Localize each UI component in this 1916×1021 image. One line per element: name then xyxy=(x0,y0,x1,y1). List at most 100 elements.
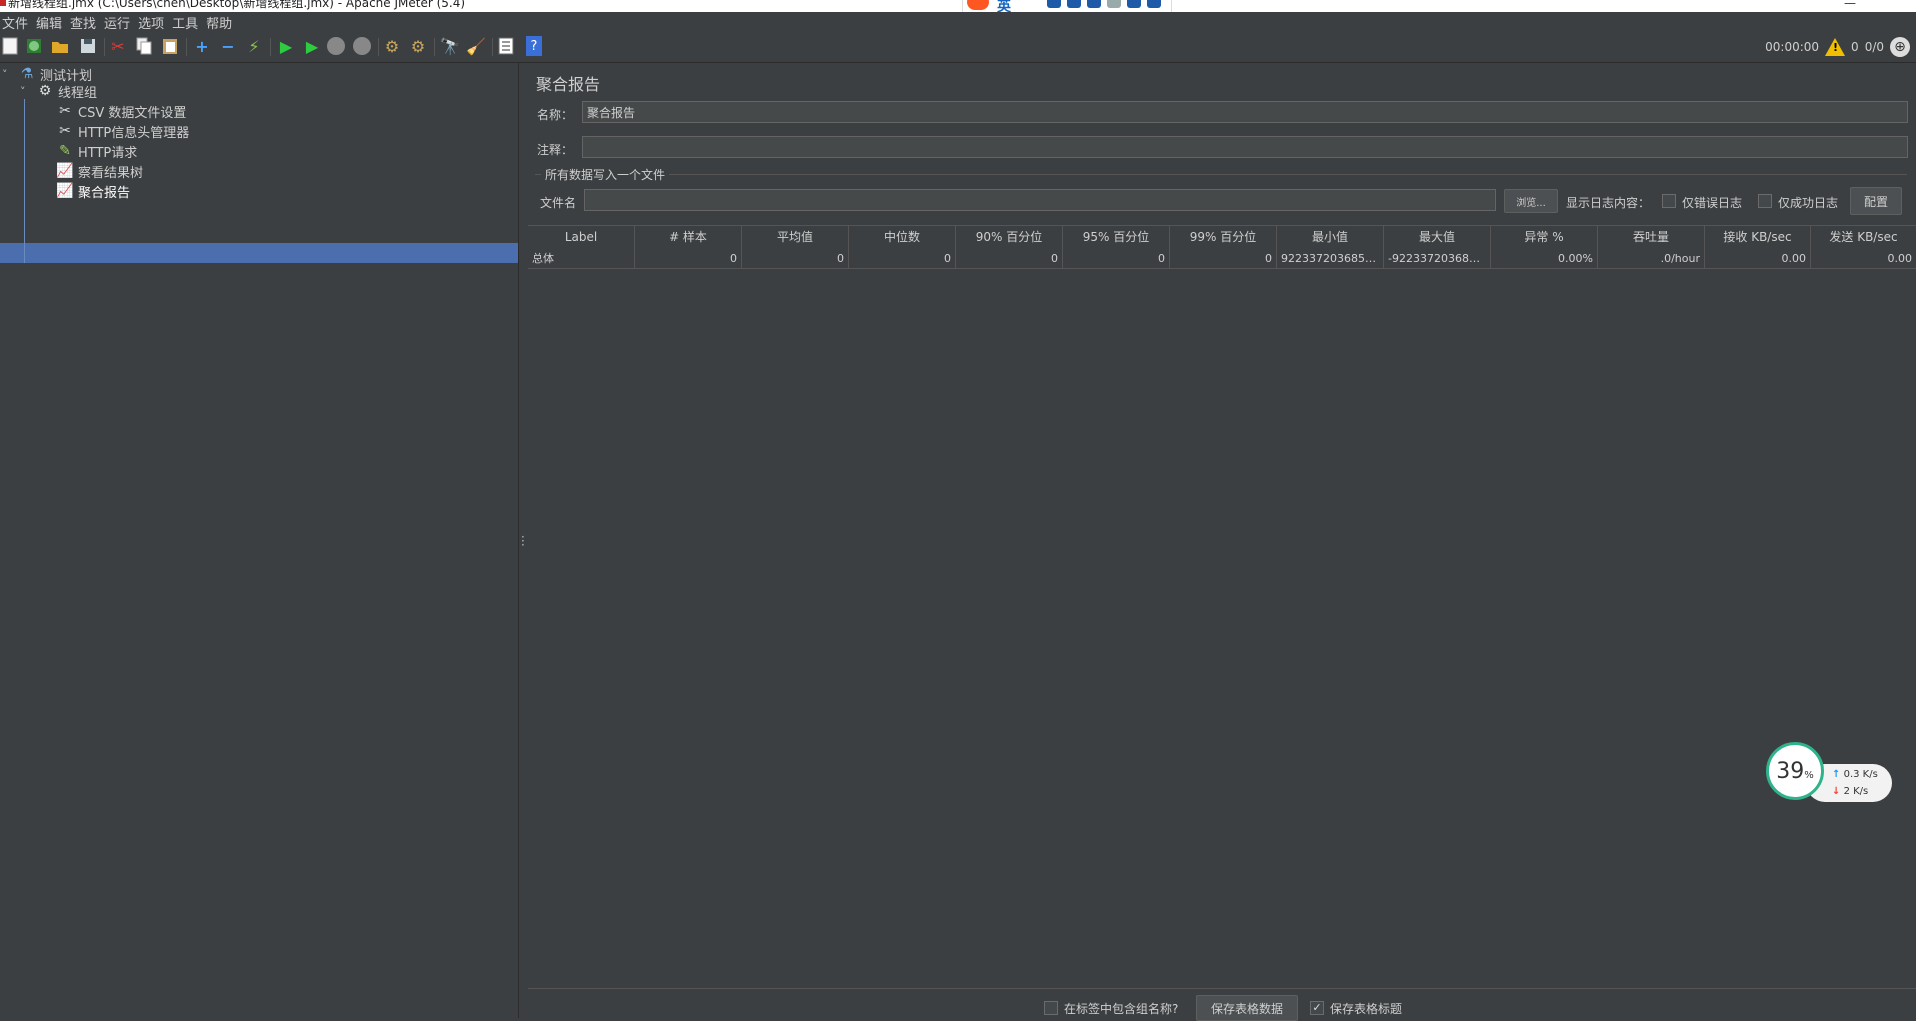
upload-speed: ↑ 0.3 K/s xyxy=(1832,769,1878,780)
gear-icon: ⚙ xyxy=(38,83,52,99)
sampler-pen-icon: ✎ xyxy=(59,143,71,159)
comment-field[interactable] xyxy=(582,136,1908,158)
errors-only-label: 仅错误日志 xyxy=(1682,196,1743,210)
tree-item-header-manager[interactable]: ✂ HTTP信息头管理器 xyxy=(56,121,189,141)
save-icon[interactable] xyxy=(78,36,98,56)
download-speed: ↓ 2 K/s xyxy=(1832,786,1868,797)
network-speed-widget[interactable]: 39% ↑ 0.3 K/s ↓ 2 K/s xyxy=(1766,742,1892,802)
column-header[interactable]: 最大值 xyxy=(1384,226,1491,249)
test-plan-tree: ˅ ⚗ 测试计划 ˅ ⚙ 线程组 ✂ CSV 数据文件设置 ✂ HTTP信息头管… xyxy=(0,63,518,1018)
ime-mode-label[interactable]: 英 xyxy=(997,0,1011,12)
table-cell: -9223372036854... xyxy=(1384,249,1491,269)
menu-help[interactable]: 帮助 xyxy=(204,13,236,32)
emoji-icon[interactable] xyxy=(1047,0,1061,8)
usage-percent: 39 xyxy=(1776,758,1805,784)
menu-tools[interactable]: 工具 xyxy=(170,13,202,32)
errors-only-checkbox[interactable] xyxy=(1662,194,1676,208)
templates-icon[interactable] xyxy=(24,36,44,56)
window-title-bar: 新增线程组.jmx (C:\Users\chen\Desktop\新增线程组.j… xyxy=(0,0,1916,12)
remote-start-icon[interactable]: ⚙ xyxy=(382,36,402,56)
tree-item-label: CSV 数据文件设置 xyxy=(78,105,187,121)
table-cell: 总体 xyxy=(528,249,635,269)
remote-stop-icon[interactable]: ⚙ xyxy=(408,36,428,56)
column-header[interactable]: 90% 百分位 xyxy=(956,226,1063,249)
jmeter-app-icon xyxy=(0,0,6,6)
table-header: Label # 样本 平均值 中位数 90% 百分位 95% 百分位 99% 百… xyxy=(528,225,1916,250)
paste-icon[interactable] xyxy=(160,36,180,56)
microphone-icon[interactable] xyxy=(1067,0,1081,8)
column-header[interactable]: 发送 KB/sec xyxy=(1811,226,1916,249)
cut-icon[interactable]: ✂ xyxy=(108,36,128,56)
keyboard-icon[interactable] xyxy=(1087,0,1101,8)
column-header[interactable]: # 样本 xyxy=(635,226,742,249)
name-field[interactable] xyxy=(582,101,1908,123)
configure-button[interactable]: 配置 xyxy=(1850,187,1902,215)
minimize-button[interactable]: — xyxy=(1844,0,1856,10)
splitter-grip-icon[interactable]: · · · xyxy=(521,531,525,551)
up-arrow-icon: ↑ xyxy=(1832,769,1841,780)
collapse-chevron-icon[interactable]: ˅ xyxy=(2,68,14,81)
toggle-icon[interactable]: ⚡ xyxy=(244,36,264,56)
column-header[interactable]: 中位数 xyxy=(849,226,956,249)
column-header[interactable]: 95% 百分位 xyxy=(1063,226,1170,249)
column-header[interactable]: 平均值 xyxy=(742,226,849,249)
menu-options[interactable]: 选项 xyxy=(136,13,168,32)
table-row[interactable]: 总体 0 0 0 0 0 0 92233720368547... -922337… xyxy=(528,249,1916,269)
grid-menu-icon[interactable] xyxy=(1147,0,1161,8)
tree-item-thread-group[interactable]: ˅ ⚙ 线程组 xyxy=(20,81,97,101)
open-icon[interactable] xyxy=(50,36,70,56)
function-helper-icon[interactable] xyxy=(496,36,516,56)
start-no-pause-icon[interactable]: ▶ xyxy=(302,36,322,56)
save-header-checkbox[interactable]: ✓ xyxy=(1310,1001,1324,1015)
column-header[interactable]: 异常 % xyxy=(1491,226,1598,249)
search-icon[interactable]: 🔭 xyxy=(440,36,460,56)
success-only-checkbox[interactable] xyxy=(1758,194,1772,208)
table-cell: 0 xyxy=(1063,249,1170,269)
filename-field[interactable] xyxy=(584,189,1496,211)
upload-speed-value: 0.3 K/s xyxy=(1843,769,1878,780)
table-cell: 0.00 xyxy=(1705,249,1811,269)
column-header[interactable]: Label xyxy=(528,226,635,249)
collapse-chevron-icon[interactable]: ˅ xyxy=(20,85,32,98)
comment-label: 注释： xyxy=(537,143,574,157)
menu-run[interactable]: 运行 xyxy=(102,13,134,32)
listener-chart-icon: 📈 xyxy=(56,183,74,199)
table-cell: 0 xyxy=(742,249,849,269)
remote-globe-icon[interactable]: ⊕ xyxy=(1890,37,1910,57)
tree-item-http-request[interactable]: ✎ HTTP请求 xyxy=(56,141,137,161)
browse-button[interactable]: 浏览... xyxy=(1504,189,1558,213)
ime-toolbar[interactable]: 英 xyxy=(962,0,1172,12)
tree-selection-highlight xyxy=(0,243,518,263)
column-header[interactable]: 99% 百分位 xyxy=(1170,226,1277,249)
stop-icon[interactable] xyxy=(326,36,346,56)
menu-file[interactable]: 文件 xyxy=(0,13,32,32)
toolbar-separator xyxy=(378,38,379,56)
toolbar-separator xyxy=(186,38,187,56)
tree-item-aggregate-report[interactable]: 📈 聚合报告 xyxy=(56,181,130,201)
include-group-checkbox[interactable] xyxy=(1044,1001,1058,1015)
elapsed-time: 00:00:00 xyxy=(1765,40,1820,54)
clear-all-icon[interactable]: 🧹 xyxy=(466,36,486,56)
start-icon[interactable]: ▶ xyxy=(276,36,296,56)
menu-edit[interactable]: 编辑 xyxy=(34,13,66,32)
tree-item-view-results-tree[interactable]: 📈 察看结果树 xyxy=(56,161,143,181)
shutdown-icon[interactable] xyxy=(352,36,372,56)
expand-all-icon[interactable]: + xyxy=(192,36,212,56)
sogou-logo-icon xyxy=(967,0,989,10)
menu-search[interactable]: 查找 xyxy=(68,13,100,32)
panel-title: 聚合报告 xyxy=(536,75,601,94)
help-icon[interactable]: ? xyxy=(526,36,542,56)
column-header[interactable]: 最小值 xyxy=(1277,226,1384,249)
menu-bar: 文件 编辑 查找 运行 选项 工具 帮助 xyxy=(0,12,1916,32)
new-icon[interactable] xyxy=(0,36,20,56)
collapse-all-icon[interactable]: − xyxy=(218,36,238,56)
copy-icon[interactable] xyxy=(134,36,154,56)
column-header[interactable]: 吞吐量 xyxy=(1598,226,1705,249)
tree-item-csv-data-set[interactable]: ✂ CSV 数据文件设置 xyxy=(56,101,186,121)
save-table-button[interactable]: 保存表格数据 xyxy=(1196,995,1298,1021)
column-header[interactable]: 接收 KB/sec xyxy=(1705,226,1811,249)
skin-icon[interactable] xyxy=(1127,0,1141,8)
save-header-label: 保存表格标题 xyxy=(1330,1002,1403,1016)
toolbox-icon[interactable] xyxy=(1107,0,1121,8)
warning-icon[interactable]: ! xyxy=(1825,38,1846,56)
